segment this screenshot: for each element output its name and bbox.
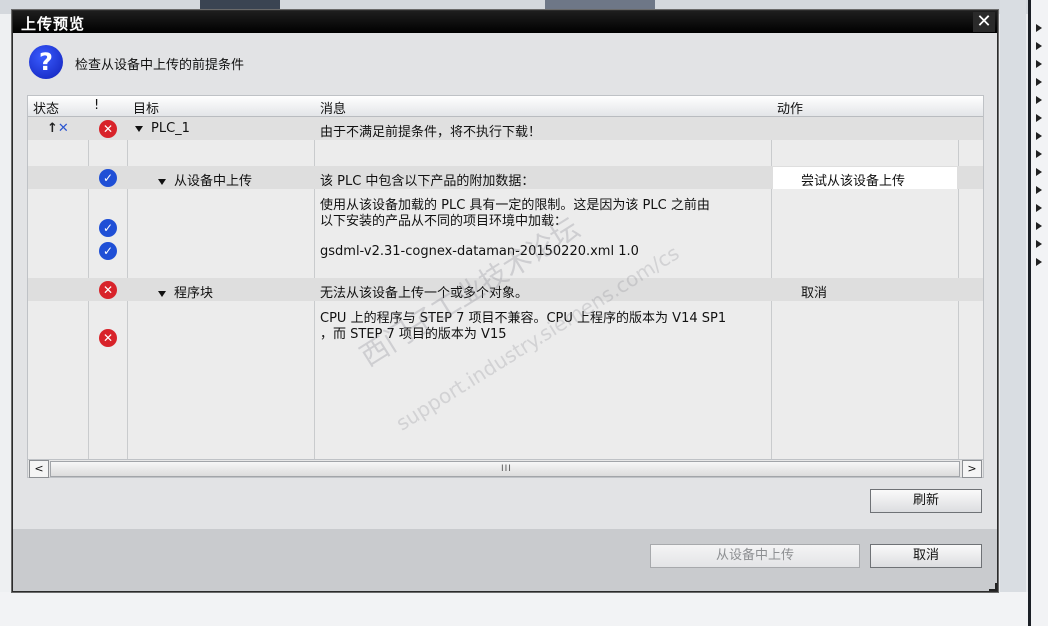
expand-arrow-icon[interactable]: [1036, 150, 1042, 158]
expand-arrow-icon[interactable]: [1036, 204, 1042, 212]
resize-grip-icon[interactable]: [989, 583, 997, 591]
action-value: 尝试从该设备上传: [801, 174, 906, 189]
column-header-target[interactable]: 目标: [133, 98, 159, 117]
refresh-button[interactable]: 刷新: [870, 489, 982, 513]
message-text: 由于不满足前提条件，将不执行下载！: [320, 125, 542, 140]
cancel-button[interactable]: 取消: [870, 544, 982, 568]
table-row[interactable]: 从设备中上传: [158, 170, 252, 189]
message-text: 以下安装的产品从不同的项目环境中加载：: [320, 214, 568, 229]
dialog-titlebar: 上传预览 ✕: [13, 11, 997, 33]
message-text: gsdml-v2.31-cognex-dataman-20150220.xml …: [320, 244, 639, 259]
background-left-panel: [0, 0, 12, 626]
table-row[interactable]: PLC_1: [135, 121, 190, 136]
column-header-error[interactable]: !: [94, 98, 99, 113]
expand-arrow-icon[interactable]: [1036, 186, 1042, 194]
expand-arrow-icon[interactable]: [1036, 168, 1042, 176]
expand-arrow-icon[interactable]: [1036, 132, 1042, 140]
collapse-triangle-icon[interactable]: [135, 125, 143, 132]
preview-table: 状态 ! 目标 消息 动作 ↑✕ ✕ PLC_1 由于不满足前提条件，将不执行下…: [27, 95, 984, 461]
expand-arrow-icon[interactable]: [1036, 78, 1042, 86]
background-right-sidebar: [1031, 0, 1048, 626]
error-x-icon: ✕: [99, 281, 117, 299]
expand-arrow-icon[interactable]: [1036, 114, 1042, 122]
expand-arrow-icon[interactable]: [1036, 222, 1042, 230]
table-row[interactable]: 程序块: [158, 282, 213, 301]
target-label: 程序块: [174, 286, 214, 301]
expand-arrow-icon[interactable]: [1036, 60, 1042, 68]
background-right-panel: [1000, 0, 1026, 626]
column-header-status[interactable]: 状态: [33, 98, 59, 117]
upload-status-icon: ↑✕: [47, 121, 69, 136]
message-text: ，而 STEP 7 项目的版本为 V15: [320, 327, 507, 342]
column-header-action[interactable]: 动作: [777, 98, 803, 117]
expand-arrow-icon[interactable]: [1036, 24, 1042, 32]
error-x-icon: ✕: [99, 120, 117, 138]
collapse-triangle-icon[interactable]: [158, 290, 166, 297]
check-icon: ✓: [99, 169, 117, 187]
check-icon: ✓: [99, 219, 117, 237]
message-text: 无法从该设备上传一个或多个对象。: [320, 286, 529, 301]
dialog-title: 上传预览: [21, 15, 86, 33]
header-text: 检查从设备中上传的前提条件: [75, 58, 245, 73]
upload-preview-dialog: 上传预览 ✕ ? 检查从设备中上传的前提条件 状态 ! 目标 消息 动作 ↑✕ …: [12, 10, 998, 592]
target-label: PLC_1: [151, 121, 190, 136]
horizontal-scrollbar[interactable]: < III >: [27, 459, 984, 478]
dialog-footer: 从设备中上传 取消: [13, 529, 997, 591]
collapse-triangle-icon[interactable]: [158, 178, 166, 185]
message-text: 该 PLC 中包含以下产品的附加数据：: [320, 174, 535, 189]
action-value[interactable]: 取消: [801, 282, 827, 301]
upload-from-device-button[interactable]: 从设备中上传: [650, 544, 860, 568]
target-label: 从设备中上传: [174, 174, 253, 189]
expand-arrow-icon[interactable]: [1036, 96, 1042, 104]
close-icon[interactable]: ✕: [973, 12, 995, 32]
scroll-left-button[interactable]: <: [29, 460, 49, 478]
expand-arrow-icon[interactable]: [1036, 240, 1042, 248]
scroll-thumb[interactable]: III: [50, 461, 960, 477]
action-select[interactable]: 尝试从该设备上传: [773, 167, 957, 189]
column-header-message[interactable]: 消息: [320, 98, 346, 117]
scroll-grip-icon: III: [501, 464, 512, 474]
check-icon: ✓: [99, 242, 117, 260]
expand-arrow-icon[interactable]: [1036, 258, 1042, 266]
error-x-icon: ✕: [99, 329, 117, 347]
expand-arrow-icon[interactable]: [1036, 42, 1042, 50]
scroll-right-button[interactable]: >: [962, 460, 982, 478]
table-header: 状态 ! 目标 消息 动作: [28, 96, 983, 117]
question-icon: ?: [29, 45, 63, 79]
background-bottom-area: [0, 592, 1028, 626]
